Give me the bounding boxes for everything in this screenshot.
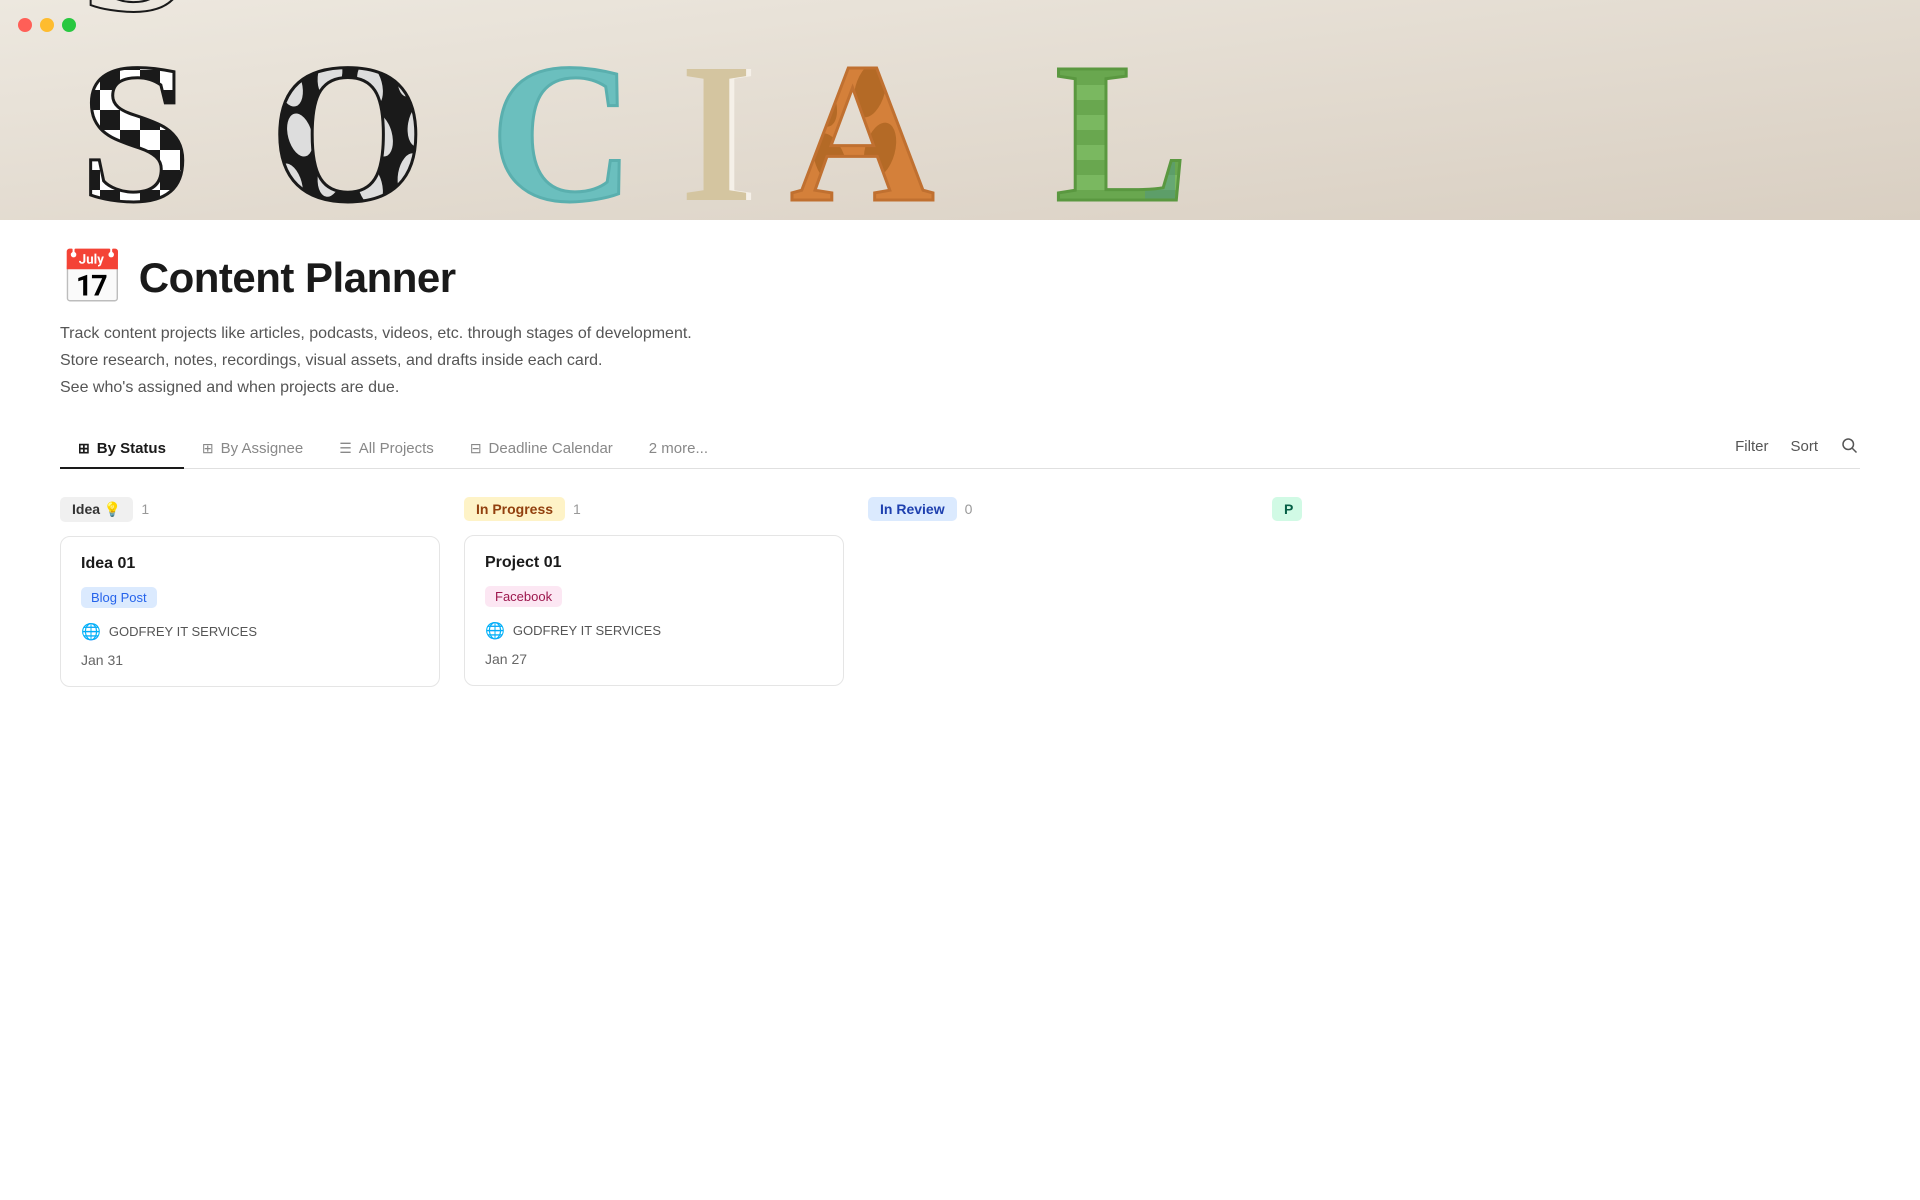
card-assignee: 🌐 GODFREY IT SERVICES [81,622,419,642]
svg-text:C: C [490,23,634,220]
column-header-in-progress: In Progress 1 [464,497,844,521]
tabs-left: ⊞ By Status ⊞ By Assignee ☰ All Projects… [60,430,1733,468]
page-description: Track content projects like articles, po… [60,320,1860,402]
kanban-column-published-partial: P [1272,497,1332,535]
maximize-button[interactable] [62,18,76,32]
kanban-column-idea: Idea 💡 1 Idea 01 Blog Post 🌐 GODFREY IT … [60,497,440,687]
card-title: Idea 01 [81,555,419,573]
tab-by-assignee[interactable]: ⊞ By Assignee [184,430,321,469]
page-title: Content Planner [139,254,456,302]
globe-icon: 🌐 [81,622,101,642]
svg-text:O: O [270,23,426,220]
svg-text:A: A [790,23,934,220]
search-icon [1840,436,1858,454]
kanban-column-in-progress: In Progress 1 Project 01 Facebook 🌐 GODF… [464,497,844,686]
column-header-published: P [1272,497,1332,521]
svg-text:I: I [675,23,753,220]
minimize-button[interactable] [40,18,54,32]
kanban-card-project-01[interactable]: Project 01 Facebook 🌐 GODFREY IT SERVICE… [464,535,844,686]
tab-all-projects[interactable]: ☰ All Projects [321,430,452,469]
filter-button[interactable]: Filter [1733,434,1770,459]
svg-text:S: S [80,23,191,220]
column-header-idea: Idea 💡 1 [60,497,440,522]
status-badge-published: P [1272,497,1302,521]
main-content: 📅 Content Planner Track content projects… [0,220,1920,727]
search-button[interactable] [1838,432,1860,462]
page-header: 📅 Content Planner [60,252,1860,304]
tab-by-status[interactable]: ⊞ By Status [60,430,184,469]
kanban-column-in-review: In Review 0 [868,497,1248,535]
column-count-idea: 1 [141,501,149,517]
svg-text:L: L [1055,23,1188,220]
traffic-lights [18,18,76,32]
tabs-bar: ⊞ By Status ⊞ By Assignee ☰ All Projects… [60,430,1860,469]
tab-icon-all-projects: ☰ [339,440,352,457]
card-assignee: 🌐 GODFREY IT SERVICES [485,621,823,641]
calendar-icon: 📅 [60,252,125,304]
close-button[interactable] [18,18,32,32]
card-date: Jan 31 [81,652,419,668]
status-badge-in-progress: In Progress [464,497,565,521]
card-title: Project 01 [485,554,823,572]
status-badge-in-review: In Review [868,497,957,521]
tab-icon-by-assignee: ⊞ [202,440,214,457]
tab-deadline-calendar[interactable]: ⊟ Deadline Calendar [452,430,631,469]
status-badge-idea: Idea 💡 [60,497,133,522]
column-count-in-progress: 1 [573,501,581,517]
kanban-card-idea-01[interactable]: Idea 01 Blog Post 🌐 GODFREY IT SERVICES … [60,536,440,687]
card-tag-blogpost: Blog Post [81,587,157,608]
card-date: Jan 27 [485,651,823,667]
sort-button[interactable]: Sort [1788,434,1820,459]
card-tag-facebook: Facebook [485,586,562,607]
tab-icon-deadline-calendar: ⊟ [470,440,482,457]
column-count-in-review: 0 [965,501,973,517]
kanban-board: Idea 💡 1 Idea 01 Blog Post 🌐 GODFREY IT … [60,497,1860,687]
tab-more[interactable]: 2 more... [631,430,726,469]
column-header-in-review: In Review 0 [868,497,1248,521]
tabs-actions: Filter Sort [1733,432,1860,466]
tab-icon-by-status: ⊞ [78,440,90,457]
banner-image: S S [0,0,1920,220]
globe-icon: 🌐 [485,621,505,641]
